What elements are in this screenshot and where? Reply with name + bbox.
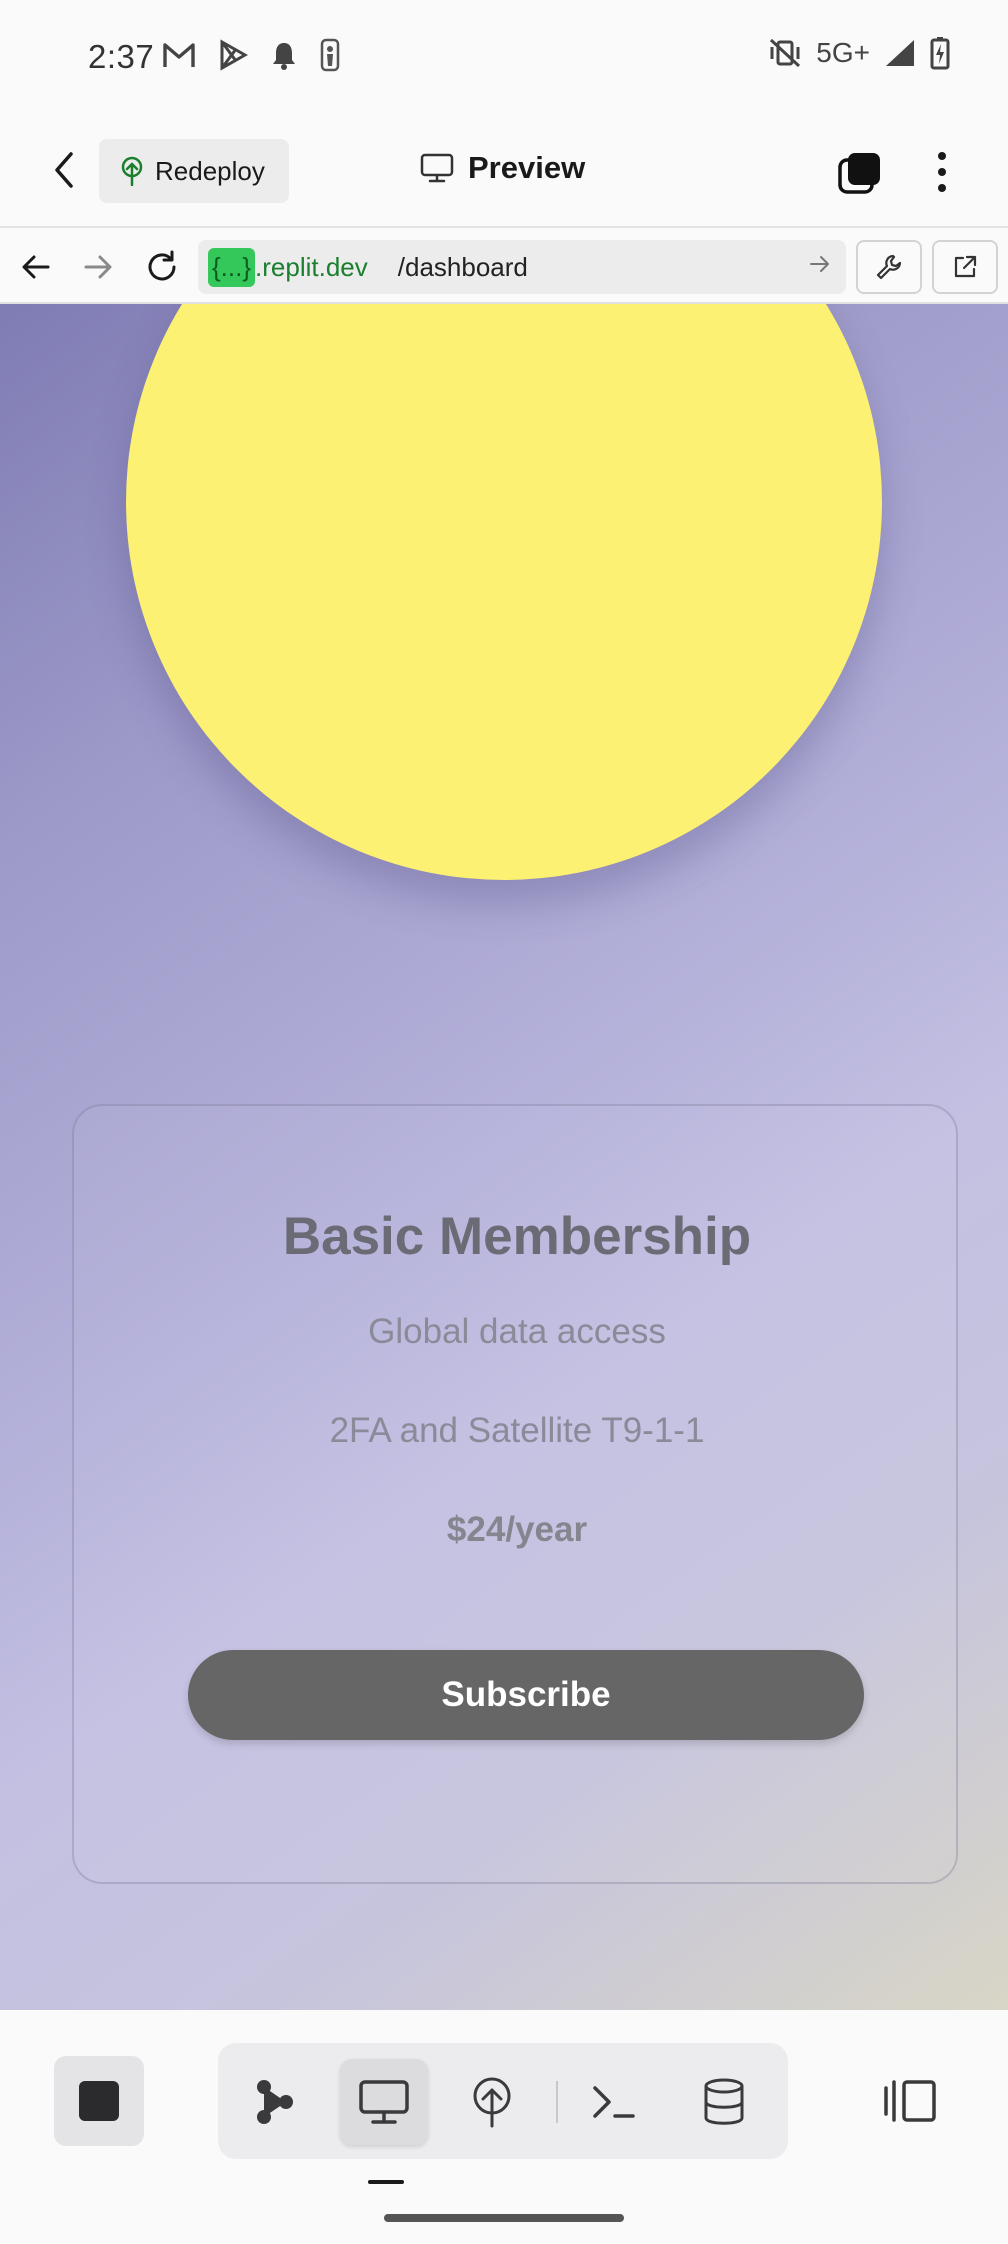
more-options-button[interactable]	[922, 146, 962, 198]
browser-forward-button[interactable]	[76, 245, 120, 289]
arrow-right-icon	[810, 256, 829, 272]
url-path: /dashboard	[397, 251, 528, 282]
status-icons-left	[162, 38, 340, 72]
gmail-icon	[163, 43, 195, 67]
play-store-icon	[220, 39, 248, 71]
shell-icon	[593, 2086, 635, 2118]
card-feature-2: 2FA and Satellite T9-1-1	[329, 1411, 705, 1450]
more-dot	[938, 168, 946, 176]
wrench-icon	[876, 254, 902, 280]
network-type: 5G+	[816, 37, 870, 68]
app-header: Redeploy Preview	[0, 112, 1008, 228]
card-feature-1: Global data access	[368, 1312, 666, 1351]
toolbar-divider	[556, 2081, 558, 2123]
preview-content: Basic Membership Global data access 2FA …	[0, 304, 1008, 2010]
subscribe-button[interactable]: Subscribe	[188, 1650, 864, 1740]
membership-card: Basic Membership Global data access 2FA …	[72, 1104, 958, 1884]
reload-icon	[148, 250, 176, 281]
stop-button[interactable]	[54, 2056, 144, 2146]
vibrate-off-icon	[770, 38, 801, 68]
database-icon	[704, 2078, 744, 2125]
preview-tab-button[interactable]	[340, 2059, 428, 2145]
agent-icon	[257, 2080, 293, 2124]
deploy-icon	[473, 2077, 511, 2128]
deploy-tab-button[interactable]	[448, 2059, 536, 2145]
battery-charging-icon	[930, 37, 950, 70]
side-panel-button[interactable]	[878, 2056, 942, 2146]
card-price: $24/year	[446, 1510, 588, 1549]
redeploy-button[interactable]: Redeploy	[99, 139, 289, 203]
sun-circle	[126, 304, 882, 880]
more-dot	[938, 184, 946, 192]
signal-icon	[886, 40, 914, 66]
active-tab-indicator	[368, 2180, 404, 2184]
devtools-button[interactable]	[856, 240, 922, 294]
home-indicator[interactable]	[384, 2214, 624, 2222]
reload-button[interactable]	[140, 245, 184, 289]
redeploy-label: Redeploy	[155, 155, 265, 186]
status-bar: 2:37 5G+	[0, 0, 1008, 112]
stop-icon	[79, 2081, 119, 2121]
tool-group	[218, 2043, 788, 2159]
preview-title: Preview	[420, 150, 585, 186]
arrow-left-icon	[22, 255, 50, 279]
monitor-icon	[359, 2080, 409, 2124]
url-domain: .replit.dev	[255, 251, 368, 282]
arrow-right-icon	[84, 255, 112, 279]
page-title: Preview	[468, 150, 586, 185]
status-icons-right: 5G+	[768, 36, 950, 70]
url-bar: {...} .replit.dev /dashboard	[0, 230, 1008, 304]
back-button[interactable]	[40, 146, 88, 194]
browser-back-button[interactable]	[14, 245, 58, 289]
deploy-icon	[121, 156, 143, 186]
bottom-toolbar	[0, 2010, 1008, 2244]
monitor-icon	[420, 153, 454, 183]
url-input[interactable]: {...} .replit.dev /dashboard	[198, 240, 846, 294]
side-panel-icon	[884, 2080, 936, 2122]
more-dot	[938, 152, 946, 160]
external-link-icon	[954, 255, 977, 278]
shell-button[interactable]	[570, 2059, 658, 2145]
database-button[interactable]	[680, 2059, 768, 2145]
open-external-button[interactable]	[932, 240, 998, 294]
agent-button[interactable]	[230, 2059, 318, 2145]
notification-bell-icon	[273, 43, 295, 70]
tabs-button[interactable]	[836, 150, 884, 198]
nba-icon	[320, 38, 340, 72]
card-title: Basic Membership	[282, 1207, 752, 1266]
chevron-left-icon	[55, 152, 73, 188]
status-time: 2:37	[88, 38, 155, 75]
url-go-button[interactable]	[808, 252, 832, 283]
tabs-icon	[838, 153, 880, 194]
url-badge: {...}	[208, 247, 256, 287]
